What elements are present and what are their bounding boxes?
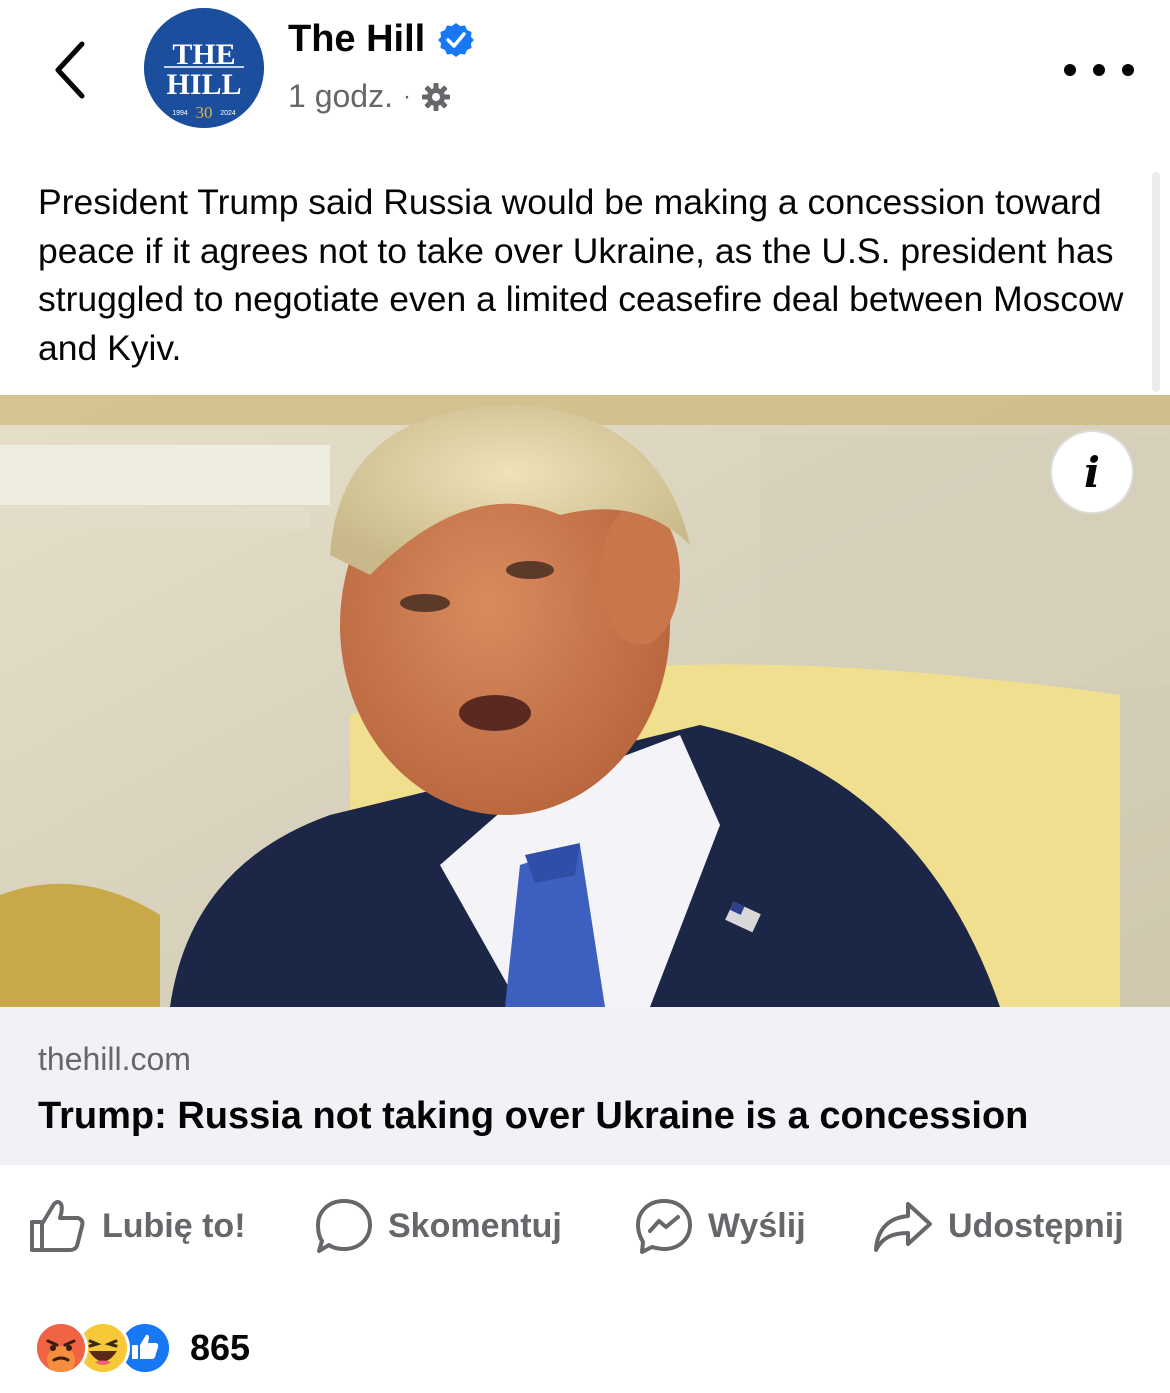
comment-button[interactable]: Skomentuj [314,1190,562,1262]
action-bar: Lubię to! Skomentuj Wyślij Udostępnij [0,1190,1170,1262]
logo-line1: THE [172,38,235,71]
logo-year-start: 1994 [172,110,188,117]
thumbs-up-icon [30,1200,85,1252]
page-name[interactable]: The Hill [288,18,425,61]
verified-badge-icon [438,22,475,57]
more-dot-icon [1093,64,1105,76]
link-preview[interactable]: thehill.com Trump: Russia not taking ove… [0,1007,1170,1165]
send-label: Wyślij [708,1206,806,1245]
angry-reaction-icon [34,1321,88,1375]
page-avatar[interactable]: THE HILL 1994 30 2024 [144,8,264,128]
post-time[interactable]: 1 godz. [288,78,393,115]
send-button[interactable]: Wyślij [634,1190,806,1262]
meta-separator: · [402,82,411,110]
page-name-row: The Hill [288,18,475,61]
post-header: THE HILL 1994 30 2024 The Hill 1 godz. · [0,0,1170,150]
more-dot-icon [1064,64,1076,76]
reactions-summary[interactable]: 865 [34,1318,250,1378]
post-meta: 1 godz. · [288,78,451,115]
photo-illustration [0,395,1170,1007]
messenger-icon [636,1199,692,1254]
share-arrow-icon [874,1202,932,1252]
comment-icon [316,1199,372,1253]
share-button[interactable]: Udostępnij [872,1190,1124,1262]
text-scrollbar[interactable] [1152,172,1160,392]
share-label: Udostępnij [948,1206,1124,1245]
like-button[interactable]: Lubię to! [28,1190,246,1262]
logo-anniversary: 30 [196,103,213,122]
gear-icon [421,82,450,111]
link-title: Trump: Russia not taking over Ukraine is… [38,1095,1029,1137]
like-label: Lubię to! [102,1206,246,1245]
info-button[interactable]: i [1050,430,1134,514]
the-hill-logo: THE HILL 1994 30 2024 [144,8,264,128]
back-button[interactable] [40,30,100,110]
comment-label: Skomentuj [388,1206,562,1245]
post-photo[interactable] [0,395,1170,1007]
post-text: President Trump said Russia would be mak… [38,182,1124,368]
info-icon: i [1084,447,1100,497]
logo-year-end: 2024 [220,110,236,117]
logo-line2: HILL [166,68,241,101]
chevron-left-icon [55,41,85,99]
link-domain: thehill.com [38,1041,191,1077]
more-options-button[interactable] [1064,50,1134,90]
reaction-count: 865 [190,1327,251,1368]
more-dot-icon [1122,64,1134,76]
